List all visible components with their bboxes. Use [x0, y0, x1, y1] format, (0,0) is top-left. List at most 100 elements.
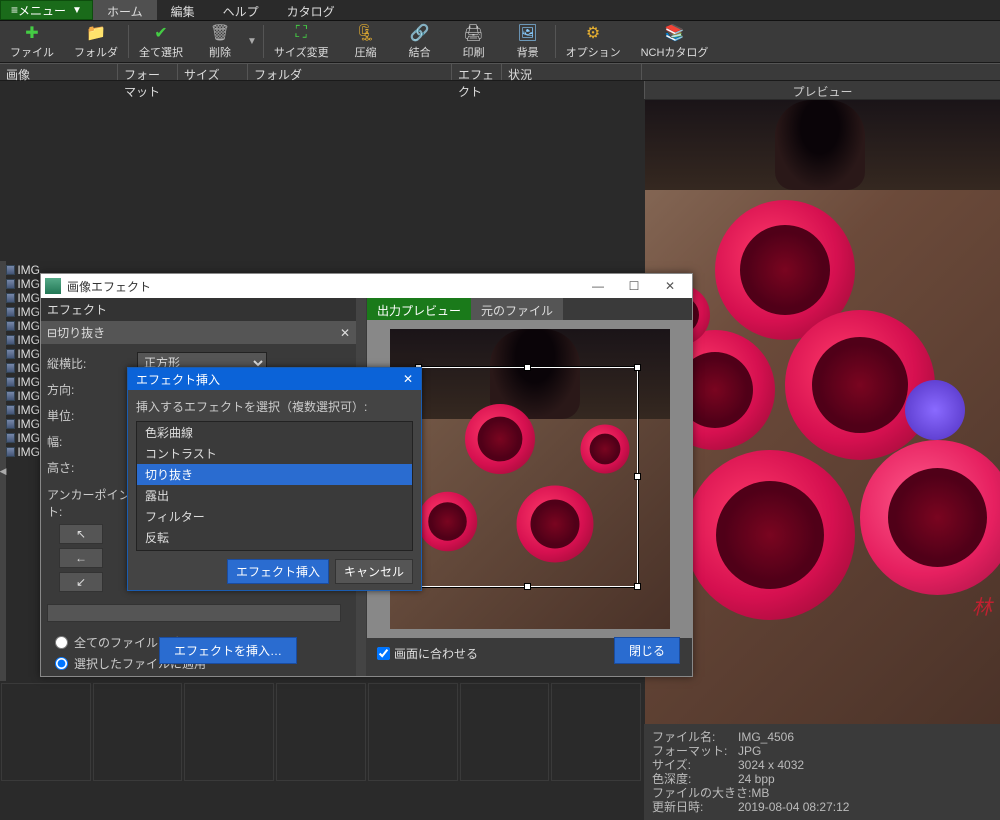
- effect-item[interactable]: 油絵: [137, 548, 412, 551]
- col-image[interactable]: 画像: [0, 64, 118, 80]
- close-icon[interactable]: ✕: [403, 372, 413, 386]
- effect-item[interactable]: 色彩曲線: [137, 422, 412, 443]
- anchor-label: アンカーポイント:: [47, 486, 137, 520]
- anchor-sw-button[interactable]: ↙: [59, 572, 103, 592]
- col-effect[interactable]: エフェクト: [452, 64, 502, 80]
- tool-delete[interactable]: 🗑削除: [193, 21, 247, 62]
- file-row[interactable]: IMG: [6, 277, 40, 291]
- col-folder[interactable]: フォルダ: [248, 64, 452, 80]
- crop-handle[interactable]: [634, 364, 641, 371]
- anchor-w-button[interactable]: ←: [59, 548, 103, 568]
- tool-resize[interactable]: ⛶サイズ変更: [264, 21, 339, 62]
- effect-preview-image[interactable]: [390, 329, 670, 629]
- thumbnail[interactable]: [460, 683, 550, 781]
- image-icon: [6, 419, 15, 429]
- file-row[interactable]: IMG: [6, 417, 40, 431]
- tool-print[interactable]: 🖨印刷: [447, 21, 501, 62]
- insert-effect-dialog: エフェクト挿入 ✕ 挿入するエフェクトを選択（複数選択可）: 色彩曲線 コントラ…: [127, 367, 422, 591]
- image-icon: [6, 321, 15, 331]
- effect-dialog-title: 画像エフェクト: [67, 278, 151, 295]
- insert-dialog-titlebar[interactable]: エフェクト挿入 ✕: [128, 368, 421, 390]
- info-filename-key: ファイル名:: [652, 730, 738, 744]
- width-label: 幅:: [47, 433, 137, 450]
- insert-effect-button[interactable]: エフェクトを挿入…: [159, 637, 297, 664]
- file-row[interactable]: IMG: [6, 305, 40, 319]
- dialog-close-button[interactable]: 閉じる: [614, 637, 680, 664]
- tab-original-file[interactable]: 元のファイル: [471, 298, 563, 320]
- file-row[interactable]: IMG: [6, 319, 40, 333]
- tab-edit[interactable]: 編集: [157, 0, 209, 20]
- remove-effect-icon[interactable]: ✕: [340, 326, 350, 340]
- thumbnail[interactable]: [368, 683, 458, 781]
- insert-dialog-title: エフェクト挿入: [136, 371, 220, 388]
- file-info-panel: ファイル名:IMG_4506 フォーマット:JPG サイズ:3024 x 403…: [644, 724, 1000, 820]
- tool-folder[interactable]: 📁フォルダ: [64, 21, 128, 62]
- image-icon: [6, 293, 15, 303]
- crop-handle[interactable]: [634, 583, 641, 590]
- tool-compress[interactable]: 🗜圧縮: [339, 21, 393, 62]
- file-row[interactable]: IMG: [6, 333, 40, 347]
- col-status[interactable]: 状況: [502, 64, 642, 80]
- tool-select-all[interactable]: ✔全て選択: [129, 21, 193, 62]
- thumbnail[interactable]: [1, 683, 91, 781]
- image-icon: [6, 363, 15, 373]
- crop-handle[interactable]: [524, 583, 531, 590]
- crop-selection-box[interactable]: [418, 367, 638, 587]
- col-format[interactable]: フォーマット: [118, 64, 178, 80]
- menubar: ≡ メニュー ▼ ホーム 編集 ヘルプ カタログ: [0, 0, 1000, 21]
- crop-handle[interactable]: [524, 364, 531, 371]
- file-row[interactable]: IMG: [6, 403, 40, 417]
- file-row[interactable]: IMG: [6, 445, 40, 459]
- tab-output-preview[interactable]: 出力プレビュー: [367, 298, 471, 320]
- tab-help[interactable]: ヘルプ: [209, 0, 273, 20]
- effect-dialog-titlebar[interactable]: 画像エフェクト — ☐ ✕: [41, 274, 692, 298]
- image-icon: [6, 349, 15, 359]
- close-button[interactable]: ✕: [652, 274, 688, 298]
- anchor-nw-button[interactable]: ↖: [59, 524, 103, 544]
- height-label: 高さ:: [47, 459, 137, 476]
- crop-handle[interactable]: [634, 473, 641, 480]
- fit-screen-checkbox[interactable]: 画面に合わせる: [377, 645, 478, 662]
- app-icon: [45, 278, 61, 294]
- delete-dropdown-arrow[interactable]: ▼: [247, 36, 263, 47]
- effect-list[interactable]: 色彩曲線 コントラスト 切り抜き 露出 フィルター 反転 油絵 モザイク サイズ…: [136, 421, 413, 551]
- tab-home[interactable]: ホーム: [93, 0, 157, 20]
- tool-options[interactable]: ⚙オプション: [556, 21, 631, 62]
- info-updated-value: 2019-08-04 08:27:12: [738, 800, 849, 814]
- effect-item-selected[interactable]: 切り抜き: [137, 464, 412, 485]
- file-row[interactable]: IMG: [6, 375, 40, 389]
- preview-content: [860, 440, 1000, 595]
- col-size[interactable]: サイズ: [178, 64, 248, 80]
- thumbnail[interactable]: [184, 683, 274, 781]
- image-icon: [6, 447, 15, 457]
- file-row[interactable]: IMG: [6, 347, 40, 361]
- effect-item[interactable]: コントラスト: [137, 443, 412, 464]
- crop-section-header[interactable]: ⊟ 切り抜き ✕: [41, 321, 356, 344]
- effect-item[interactable]: フィルター: [137, 506, 412, 527]
- file-row[interactable]: IMG: [6, 431, 40, 445]
- tool-background[interactable]: 🖼背景: [501, 21, 555, 62]
- tool-merge[interactable]: 🔗結合: [393, 21, 447, 62]
- tool-nch-catalog[interactable]: 📚NCHカタログ: [631, 21, 719, 62]
- insert-ok-button[interactable]: エフェクト挿入: [227, 559, 329, 584]
- menu-label: メニュー: [18, 2, 66, 19]
- tab-catalog[interactable]: カタログ: [273, 0, 349, 20]
- file-row[interactable]: IMG: [6, 389, 40, 403]
- print-icon: 🖨: [464, 23, 484, 43]
- file-row[interactable]: IMG: [6, 291, 40, 305]
- effect-item[interactable]: 反転: [137, 527, 412, 548]
- tool-file[interactable]: ✚ファイル: [0, 21, 64, 62]
- insert-cancel-button[interactable]: キャンセル: [335, 559, 413, 584]
- thumbnail[interactable]: [276, 683, 366, 781]
- menu-hamburger-icon: ≡: [11, 3, 18, 17]
- value-slider[interactable]: [47, 604, 341, 622]
- effect-item[interactable]: 露出: [137, 485, 412, 506]
- thumbnail[interactable]: [93, 683, 183, 781]
- thumbnail[interactable]: [551, 683, 641, 781]
- info-filesize: ファイルの大きさ:MB: [652, 786, 769, 800]
- maximize-button[interactable]: ☐: [616, 274, 652, 298]
- minimize-button[interactable]: —: [580, 274, 616, 298]
- file-row[interactable]: IMG: [6, 361, 40, 375]
- main-menu-button[interactable]: ≡ メニュー ▼: [0, 0, 93, 20]
- file-row[interactable]: IMG: [6, 263, 40, 277]
